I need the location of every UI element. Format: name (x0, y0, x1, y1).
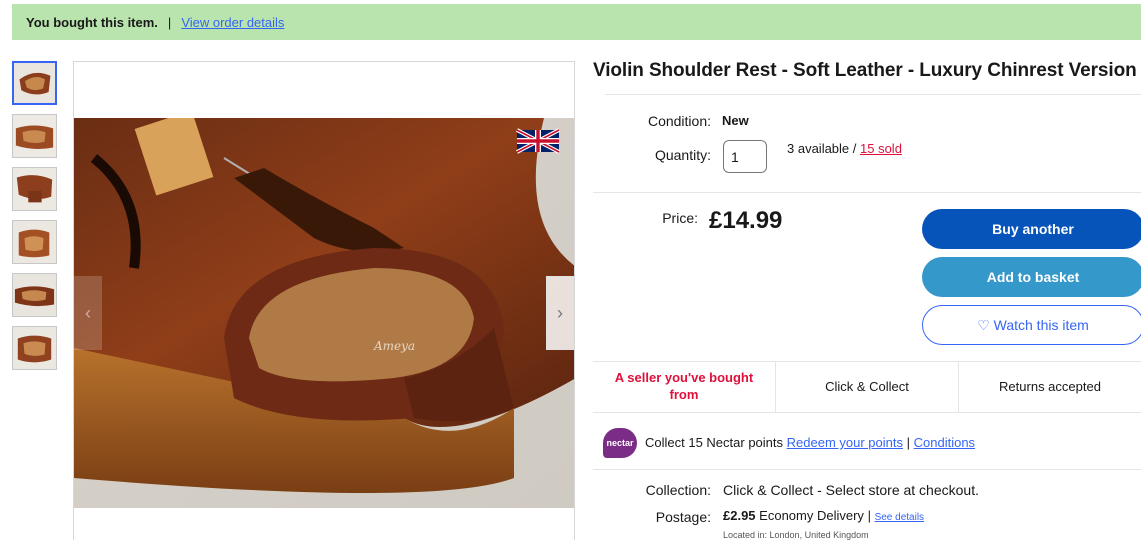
nectar-separator: | (906, 435, 910, 450)
add-to-basket-button[interactable]: Add to basket (922, 257, 1141, 297)
watch-item-button[interactable]: ♡ Watch this item (922, 305, 1141, 345)
collection-label: Collection: (645, 482, 711, 498)
thumbnail-5[interactable] (12, 273, 57, 317)
watermark-text: Ameya (373, 339, 415, 353)
chevron-right-icon: › (557, 302, 563, 323)
sold-count-link[interactable]: 15 sold (860, 141, 902, 156)
availability-text: 3 available / 15 sold (787, 141, 902, 156)
quantity-input[interactable] (723, 140, 767, 173)
banner-separator: | (167, 14, 172, 30)
see-details-link[interactable]: See details (875, 512, 924, 523)
previous-image-button[interactable]: ‹ (74, 276, 102, 350)
postage-separator: | (867, 508, 871, 523)
feature-seller-bought-from: A seller you've bought from (593, 362, 776, 412)
thumbnail-6[interactable] (12, 326, 57, 370)
bought-notice: You bought this item. (26, 14, 158, 30)
title-divider (605, 94, 1141, 95)
condition-label: Condition: (647, 113, 711, 129)
next-image-button[interactable]: › (546, 276, 574, 350)
item-location: Located in: London, United Kingdom (723, 530, 869, 540)
thumbnail-1[interactable] (12, 61, 57, 105)
nectar-logo-icon: nectar (603, 428, 637, 458)
nectar-collect-text: Collect 15 Nectar points (645, 435, 784, 450)
nectar-points-row: Collect 15 Nectar points Redeem your poi… (645, 435, 975, 450)
redeem-points-link[interactable]: Redeem your points (787, 435, 903, 450)
product-photo: Ameya (74, 118, 574, 508)
available-count: 3 available / (787, 141, 860, 156)
watch-label: Watch this item (993, 317, 1089, 333)
purchase-banner: You bought this item. | View order detai… (12, 4, 1141, 40)
postage-label: Postage: (655, 509, 711, 525)
price-label: Price: (662, 210, 698, 226)
thumbnail-4[interactable] (12, 220, 57, 264)
postage-value: £2.95 Economy Delivery | See details (723, 508, 924, 523)
postage-price: £2.95 (723, 508, 756, 523)
thumbnail-3[interactable] (12, 167, 57, 211)
main-product-image: Ameya ‹ › (73, 61, 575, 540)
collection-value: Click & Collect - Select store at checko… (723, 482, 979, 498)
thumbnail-strip (12, 61, 58, 379)
heart-icon: ♡ (977, 316, 990, 333)
price-value: £14.99 (709, 207, 783, 234)
buy-another-button[interactable]: Buy another (922, 209, 1141, 249)
quantity-label: Quantity: (654, 147, 711, 163)
feature-click-collect: Click & Collect (776, 362, 959, 412)
nectar-conditions-link[interactable]: Conditions (914, 435, 975, 450)
feature-returns-accepted: Returns accepted (999, 378, 1101, 394)
uk-flag-icon (516, 128, 560, 154)
view-order-details-link[interactable]: View order details (181, 15, 284, 30)
postage-method: Economy Delivery (759, 508, 864, 523)
nectar-divider (593, 469, 1141, 470)
chevron-left-icon: ‹ (85, 302, 91, 323)
feature-strip: A seller you've bought from Click & Coll… (593, 361, 1141, 413)
quantity-divider (593, 192, 1141, 193)
thumbnail-2[interactable] (12, 114, 57, 158)
item-title: Violin Shoulder Rest - Soft Leather - Lu… (593, 60, 1137, 81)
condition-value: New (722, 113, 749, 128)
